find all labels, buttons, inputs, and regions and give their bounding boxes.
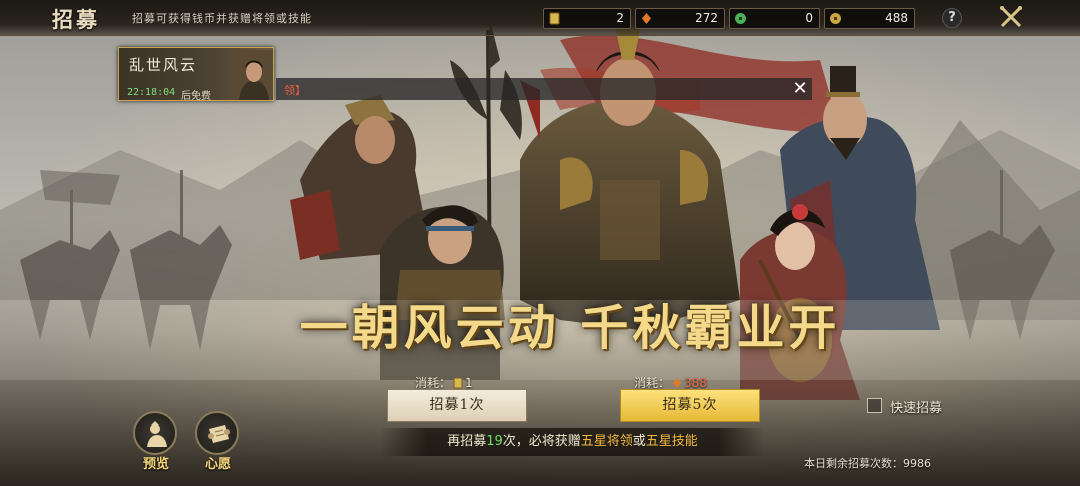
general-portrait-icon — [235, 50, 273, 100]
pity-or: 或 — [632, 434, 646, 449]
resource-recruit-token[interactable]: 2 — [543, 8, 631, 29]
close-icon[interactable] — [998, 4, 1024, 30]
announcement-close-button[interactable]: ✕ — [790, 79, 810, 99]
remaining-value: 9986 — [903, 457, 931, 470]
jade-icon — [673, 378, 682, 388]
preview-circle — [133, 411, 177, 455]
top-bar: 招募 招募可获得钱币并获赠将领或技能 2 272 0 488 ? — [0, 0, 1080, 36]
free-timer-label: 后免费 — [181, 91, 211, 102]
recruit-token-icon — [549, 12, 560, 25]
remaining-label: 本日剩余招募次数： — [804, 457, 903, 470]
gold-coin-icon — [830, 13, 841, 24]
announcement-text: 领】 — [284, 84, 306, 97]
quick-summon-checkbox[interactable] — [867, 398, 882, 413]
wish-button[interactable]: 心愿 — [195, 411, 241, 472]
resource-jade[interactable]: 272 — [635, 8, 725, 29]
summon-five-button[interactable]: 招募5次 — [620, 389, 760, 422]
resource-value: 488 — [885, 11, 908, 25]
recruit-token-icon — [453, 377, 463, 389]
resource-value: 2 — [616, 11, 624, 25]
daily-remaining: 本日剩余招募次数：9986 — [804, 455, 931, 471]
summon-once-button[interactable]: 招募1次 — [387, 389, 527, 422]
help-button[interactable]: ? — [942, 8, 962, 28]
banner-slogan: 一朝风云动 千秋霸业开 — [299, 300, 841, 356]
pity-count: 19 — [486, 434, 503, 449]
quick-summon-label: 快速招募 — [890, 401, 943, 416]
cost-label: 消耗： — [634, 376, 671, 390]
free-timer: 22:18:04 — [127, 87, 176, 98]
page-title: 招募 — [52, 7, 100, 32]
copper-coin-icon — [735, 13, 746, 24]
page-hint: 招募可获得钱币并获赠将领或技能 — [132, 12, 312, 25]
pity-prefix: 再招募 — [447, 434, 487, 449]
jade-icon — [642, 13, 651, 24]
recruit-pool-tab[interactable]: 乱世风云 22:18:04 后免费 — [118, 47, 274, 102]
resource-value: 0 — [805, 11, 813, 25]
pity-notice: 再招募19次，必将获赠五星将领或五星技能 — [380, 428, 765, 456]
cost-label: 消耗： — [415, 376, 452, 390]
resource-gold-coin[interactable]: 488 — [824, 8, 915, 29]
pity-reward-general: 五星将领 — [580, 434, 633, 449]
pity-reward-skill: 五星技能 — [645, 434, 698, 449]
preview-button[interactable]: 预览 — [133, 411, 179, 472]
pool-name: 乱世风云 — [129, 56, 198, 74]
wish-circle — [195, 411, 239, 455]
pity-middle: 次，必将获赠 — [502, 434, 581, 449]
general-silhouette-icon — [147, 421, 167, 447]
preview-label: 预览 — [142, 457, 169, 472]
cost-value: 1 — [465, 376, 473, 390]
resource-copper-coin[interactable]: 0 — [729, 8, 820, 29]
cost-value: 388 — [684, 376, 707, 390]
resource-value: 272 — [695, 11, 718, 25]
scroll-icon — [208, 425, 230, 443]
announcement-bar: 领】 ✕ — [276, 78, 812, 100]
wish-label: 心愿 — [204, 457, 231, 472]
